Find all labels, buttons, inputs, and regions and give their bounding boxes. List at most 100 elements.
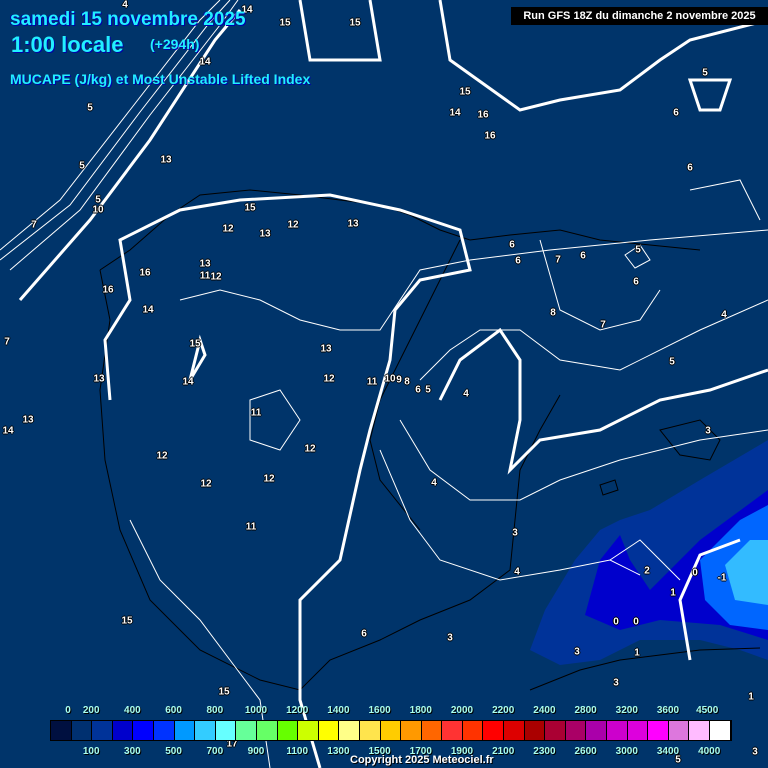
contour-label: 13 [22, 414, 34, 426]
copyright: Copyright 2025 Meteociel.fr [350, 754, 494, 766]
legend-swatch [236, 721, 257, 740]
contour-label: 3 [613, 677, 619, 689]
legend-swatch [153, 721, 175, 740]
parameter-title: MUCAPE (J/kg) et Most Unstable Lifted In… [10, 71, 311, 87]
legend-swatch [586, 721, 608, 740]
contour-label: 12 [156, 450, 168, 462]
legend-label-top: 4500 [696, 705, 719, 716]
contour-label: 15 [189, 338, 201, 350]
legend-label-top: 1200 [286, 705, 309, 716]
contour-label: 12 [304, 443, 316, 455]
legend-label-bottom: 700 [206, 746, 224, 757]
contour-label: 16 [139, 267, 151, 279]
legend-swatch [607, 721, 628, 740]
legend-label-bottom: 2300 [533, 746, 556, 757]
legend-label-top: 1800 [409, 705, 432, 716]
contour-label: 5 [79, 160, 85, 172]
contour-label: 4 [431, 477, 437, 489]
legend-label-top: 800 [206, 705, 224, 716]
contour-label: 8 [550, 307, 556, 319]
legend-label-top: 2400 [533, 705, 556, 716]
legend-swatch [298, 721, 319, 740]
contour-label: 7 [555, 254, 561, 266]
contour-label: 7 [600, 319, 606, 331]
contour-label: 15 [459, 86, 471, 98]
legend-swatch [462, 721, 484, 740]
legend-swatch [421, 721, 443, 740]
contour-label: 0 [692, 567, 698, 579]
legend-label-bottom: 900 [247, 746, 265, 757]
contour-label: 13 [160, 154, 172, 166]
legend-swatch [195, 721, 216, 740]
contour-label: 6 [515, 255, 521, 267]
legend-swatch [483, 721, 505, 740]
legend-label-bottom: 500 [165, 746, 182, 757]
legend-label-bottom: 2600 [574, 746, 597, 757]
legend-swatch [401, 721, 422, 740]
forecast-time: 1:00 locale [11, 32, 124, 57]
legend-swatch [689, 721, 710, 740]
legend-swatch [442, 721, 463, 740]
contour-label: 4 [721, 309, 727, 321]
contour-label: 15 [121, 615, 133, 627]
legend-label-top: 2000 [450, 705, 474, 716]
contour-label: 6 [673, 107, 679, 119]
color-legend [50, 720, 732, 741]
contour-label: 14 [449, 107, 461, 119]
contour-label: 15 [279, 17, 291, 29]
legend-swatch [545, 721, 566, 740]
contour-label: 14 [142, 304, 154, 316]
legend-label-top: 200 [82, 705, 100, 716]
contour-label: 13 [320, 343, 332, 355]
legend-label-top: 3200 [615, 705, 638, 716]
legend-swatch [215, 721, 237, 740]
legend-label-top: 1400 [327, 705, 350, 716]
legend-swatch [339, 721, 360, 740]
contour-label: 14 [182, 376, 194, 388]
contour-label: 14 [2, 425, 14, 437]
contour-label: 13 [199, 258, 211, 270]
contour-label: 5 [702, 67, 708, 79]
contour-label: 5 [87, 102, 93, 114]
contour-label: 16 [484, 130, 496, 142]
contour-label: 11 [199, 270, 211, 282]
contour-label: 4 [463, 388, 469, 400]
legend-swatch [112, 721, 134, 740]
contour-label: 13 [93, 373, 105, 385]
forecast-lead-time: (+294h) [150, 36, 200, 52]
contour-label: 12 [323, 373, 335, 385]
legend-label-top: 400 [124, 705, 141, 716]
legend-swatch [359, 721, 381, 740]
contour-label: 1 [670, 587, 676, 599]
legend-swatch [92, 721, 113, 740]
legend-label-top: 2200 [492, 705, 515, 716]
legend-label-top: 1000 [244, 705, 268, 716]
contour-label: 12 [287, 219, 299, 231]
contour-label: 12 [210, 271, 222, 283]
legend-swatch [133, 721, 154, 740]
contour-label: 1 [634, 647, 640, 659]
contour-label: -1 [717, 572, 727, 584]
contour-label: 11 [250, 407, 262, 419]
legend-label-bottom: 1300 [327, 746, 350, 757]
contour-label: 15 [349, 17, 361, 29]
contour-label: 7 [31, 219, 37, 231]
contour-label: 11 [245, 521, 257, 533]
contour-label: 12 [200, 478, 212, 490]
legend-swatch [256, 721, 278, 740]
legend-label-top: 600 [165, 705, 182, 716]
legend-label-bottom: 3000 [615, 746, 638, 757]
contour-label: 15 [244, 202, 256, 214]
contour-label: 6 [509, 239, 515, 251]
forecast-date: samedi 15 novembre 2025 [10, 9, 246, 30]
legend-label-top: 1600 [368, 705, 391, 716]
legend-swatch [318, 721, 340, 740]
contour-label: 0 [613, 616, 619, 628]
contour-label: 3 [752, 746, 758, 758]
legend-swatch [524, 721, 546, 740]
contour-label: 6 [361, 628, 367, 640]
legend-swatch [277, 721, 299, 740]
legend-label-top: 2800 [574, 705, 597, 716]
contour-label: 0 [633, 616, 639, 628]
contour-label: 10 [92, 204, 104, 216]
